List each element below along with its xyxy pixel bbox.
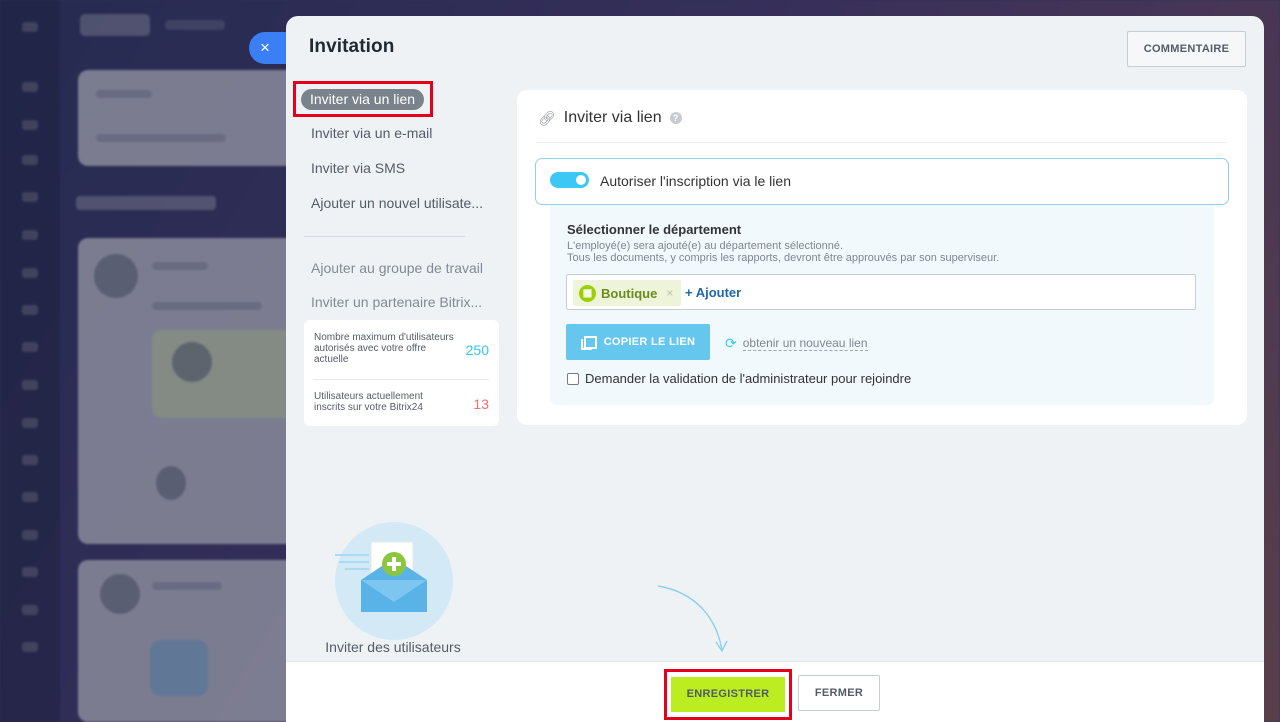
remove-tag-icon[interactable]: × [666, 286, 673, 300]
close-icon: × [260, 38, 270, 57]
menu-item-add-user[interactable]: Ajouter un nouvel utilisate... [311, 195, 483, 211]
department-section: Sélectionner le département L'employé(e)… [550, 205, 1214, 405]
menu-item-invite-partner[interactable]: Inviter un partenaire Bitrix... [311, 294, 482, 310]
panel-footer: ENREGISTRER FERMER [286, 661, 1264, 722]
envelope-icon [333, 541, 427, 612]
menu-item-invite-sms[interactable]: Inviter via SMS [311, 160, 405, 176]
card-divider [537, 142, 1227, 143]
department-description: L'employé(e) sera ajouté(e) au départeme… [567, 240, 999, 264]
admin-validation-checkbox[interactable] [567, 372, 579, 385]
stat-max-value: 250 [465, 342, 489, 358]
admin-validation-row: Demander la validation de l'administrate… [567, 371, 911, 386]
card-header: 🔗︎ Inviter via lien ? [538, 109, 682, 127]
copy-link-button[interactable]: COPIER LE LIEN [566, 324, 710, 360]
department-desc-line2: Tous les documents, y compris les rappor… [567, 252, 1000, 264]
user-stats-box: Nombre maximum d'utilisateurs autorisés … [304, 320, 499, 426]
department-title: Sélectionner le département [567, 222, 742, 237]
menu-item-add-workgroup[interactable]: Ajouter au groupe de travail [311, 260, 483, 276]
allow-registration-box: Autoriser l'inscription via le lien [535, 158, 1229, 205]
new-link-button[interactable]: ⟳ obtenir un nouveau lien [725, 335, 868, 352]
department-selector[interactable]: ▦ Boutique × + Ajouter [566, 274, 1196, 310]
new-link-label: obtenir un nouveau lien [742, 336, 868, 351]
menu-item-invite-email[interactable]: Inviter via un e-mail [311, 125, 432, 141]
illustration-caption: Inviter des utilisateurs [325, 639, 461, 655]
department-desc-line1: L'employé(e) sera ajouté(e) au départeme… [567, 240, 844, 252]
menu-divider [304, 236, 465, 237]
invitation-panel: Invitation COMMENTAIRE Inviter via un li… [286, 16, 1264, 722]
building-icon: ▦ [579, 284, 596, 302]
panel-title: Invitation [309, 36, 395, 57]
close-button[interactable]: FERMER [798, 675, 880, 711]
arrow-icon [657, 585, 728, 653]
allow-registration-label: Autoriser l'inscription via le lien [600, 173, 791, 189]
department-tag: ▦ Boutique × [573, 280, 682, 306]
refresh-icon: ⟳ [725, 335, 737, 351]
menu-item-invite-link[interactable]: Inviter via un lien [301, 89, 425, 110]
stat-current-users: Utilisateurs actuellement inscrits sur v… [314, 391, 489, 413]
link-icon: 🔗︎ [538, 109, 556, 126]
stat-max-label: Nombre maximum d'utilisateurs autorisés … [314, 332, 454, 365]
highlight-frame-save: ENREGISTRER [664, 669, 792, 720]
invite-illustration [333, 522, 453, 640]
highlight-frame-menu: Inviter via un lien [293, 81, 433, 117]
add-department-link[interactable]: + Ajouter [685, 285, 741, 300]
admin-validation-label: Demander la validation de l'administrate… [585, 371, 912, 386]
card-title: Inviter via lien [563, 109, 662, 126]
invite-link-card: 🔗︎ Inviter via lien ? Autoriser l'inscri… [517, 90, 1247, 425]
allow-registration-toggle[interactable] [550, 172, 589, 188]
copy-link-label: COPIER LE LIEN [603, 336, 696, 348]
stat-current-value: 13 [473, 396, 489, 412]
stat-max-users: Nombre maximum d'utilisateurs autorisés … [314, 332, 489, 365]
department-tag-label: Boutique [601, 285, 658, 301]
save-button[interactable]: ENREGISTRER [671, 677, 785, 712]
copy-icon [580, 335, 597, 350]
help-icon[interactable]: ? [669, 112, 682, 124]
stats-divider [314, 379, 489, 380]
stat-current-label: Utilisateurs actuellement inscrits sur v… [314, 391, 423, 413]
comment-button[interactable]: COMMENTAIRE [1127, 31, 1246, 67]
